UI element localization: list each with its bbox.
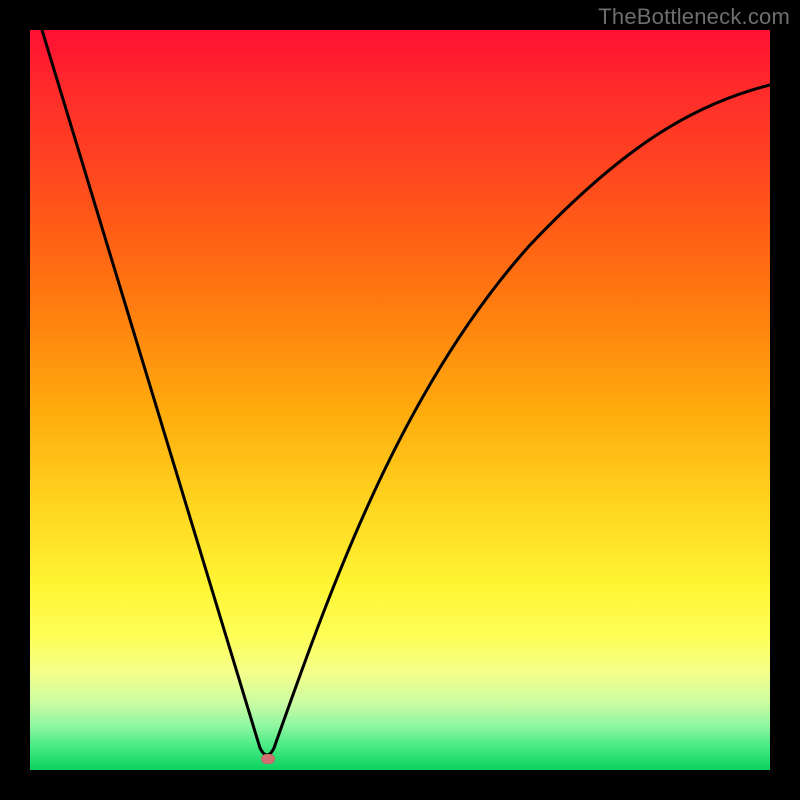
curve-svg <box>30 30 770 770</box>
plot-area <box>30 30 770 770</box>
bottleneck-curve-path <box>42 30 770 755</box>
chart-frame: TheBottleneck.com <box>0 0 800 800</box>
min-point-marker <box>261 754 275 764</box>
watermark-text: TheBottleneck.com <box>598 4 790 30</box>
